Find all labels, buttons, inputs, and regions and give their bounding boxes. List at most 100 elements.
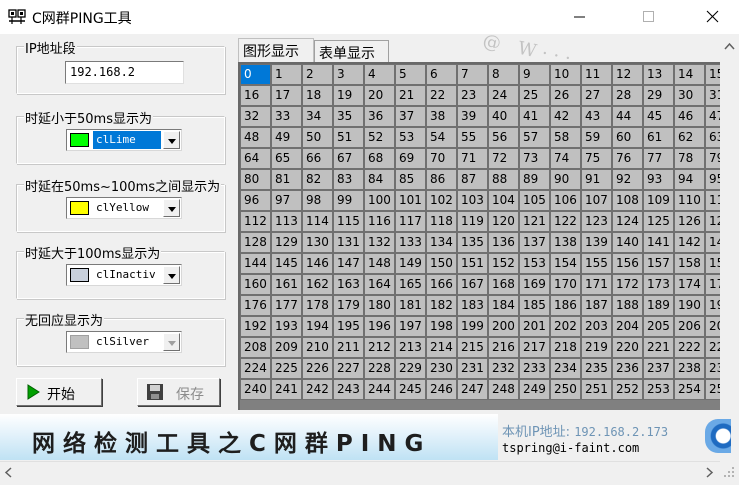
ip-cell[interactable]: 152 [488,253,519,274]
ip-cell[interactable]: 63 [705,127,720,148]
ip-cell[interactable]: 147 [333,253,364,274]
ip-cell[interactable]: 62 [674,127,705,148]
ip-cell[interactable]: 175 [705,274,720,295]
ip-cell[interactable]: 203 [581,316,612,337]
ip-cell[interactable]: 143 [705,232,720,253]
ip-cell[interactable]: 8 [488,64,519,85]
ip-cell[interactable]: 30 [674,85,705,106]
ip-cell[interactable]: 124 [612,211,643,232]
ip-cell[interactable]: 42 [550,106,581,127]
ip-cell[interactable]: 200 [488,316,519,337]
ip-cell[interactable]: 82 [302,169,333,190]
close-button[interactable] [690,0,736,34]
ip-cell[interactable]: 180 [364,295,395,316]
ip-cell[interactable]: 150 [426,253,457,274]
ip-cell[interactable]: 64 [240,148,271,169]
ip-cell[interactable]: 57 [519,127,550,148]
ip-cell[interactable]: 80 [240,169,271,190]
ip-cell[interactable]: 16 [240,85,271,106]
ip-cell[interactable]: 89 [519,169,550,190]
ip-cell[interactable]: 189 [643,295,674,316]
ip-cell[interactable]: 165 [395,274,426,295]
ip-cell[interactable]: 100 [364,190,395,211]
ip-cell[interactable]: 120 [488,211,519,232]
ip-cell[interactable]: 93 [643,169,674,190]
ip-cell[interactable]: 41 [519,106,550,127]
ip-cell[interactable]: 14 [674,64,705,85]
ip-cell[interactable]: 230 [426,358,457,379]
ip-cell[interactable]: 75 [581,148,612,169]
ip-cell[interactable]: 186 [550,295,581,316]
ip-cell[interactable]: 104 [488,190,519,211]
ip-cell[interactable]: 176 [240,295,271,316]
ip-cell[interactable]: 13 [643,64,674,85]
ip-cell[interactable]: 118 [426,211,457,232]
ip-cell[interactable]: 60 [612,127,643,148]
ip-cell[interactable]: 148 [364,253,395,274]
ip-cell[interactable]: 222 [674,337,705,358]
ip-cell[interactable]: 134 [426,232,457,253]
ip-cell[interactable]: 128 [240,232,271,253]
ip-cell[interactable]: 103 [457,190,488,211]
ip-cell[interactable]: 232 [488,358,519,379]
maximize-button[interactable] [626,0,672,34]
ip-cell[interactable]: 141 [643,232,674,253]
ip-cell[interactable]: 183 [457,295,488,316]
ip-cell[interactable]: 78 [674,148,705,169]
ip-cell[interactable]: 153 [519,253,550,274]
ip-cell[interactable]: 51 [333,127,364,148]
ip-cell[interactable]: 0 [240,64,271,85]
ip-cell[interactable]: 249 [519,379,550,400]
ip-cell[interactable]: 97 [271,190,302,211]
ip-cell[interactable]: 174 [674,274,705,295]
ip-cell[interactable]: 129 [271,232,302,253]
ip-cell[interactable]: 139 [581,232,612,253]
ip-cell[interactable]: 156 [612,253,643,274]
ip-cell[interactable]: 50 [302,127,333,148]
ip-cell[interactable]: 206 [674,316,705,337]
ip-cell[interactable]: 87 [457,169,488,190]
ip-cell[interactable]: 36 [364,106,395,127]
tab-graphic-view[interactable]: 图形显示 [238,38,314,62]
ip-cell[interactable]: 190 [674,295,705,316]
ip-cell[interactable]: 113 [271,211,302,232]
ip-cell[interactable]: 188 [612,295,643,316]
ip-cell[interactable]: 38 [426,106,457,127]
ip-cell[interactable]: 239 [705,358,720,379]
ip-cell[interactable]: 95 [705,169,720,190]
ip-cell[interactable]: 211 [333,337,364,358]
ip-cell[interactable]: 23 [457,85,488,106]
ip-cell[interactable]: 245 [395,379,426,400]
ip-cell[interactable]: 9 [519,64,550,85]
ip-cell[interactable]: 242 [302,379,333,400]
ip-cell[interactable]: 123 [581,211,612,232]
ip-cell[interactable]: 4 [364,64,395,85]
ip-cell[interactable]: 142 [674,232,705,253]
ip-cell[interactable]: 26 [550,85,581,106]
ip-cell[interactable]: 217 [519,337,550,358]
ip-cell[interactable]: 166 [426,274,457,295]
ip-cell[interactable]: 55 [457,127,488,148]
ip-cell[interactable]: 67 [333,148,364,169]
ip-cell[interactable]: 49 [271,127,302,148]
ip-cell[interactable]: 164 [364,274,395,295]
ip-cell[interactable]: 18 [302,85,333,106]
ip-cell[interactable]: 91 [581,169,612,190]
ip-cell[interactable]: 116 [364,211,395,232]
ip-cell[interactable]: 241 [271,379,302,400]
ip-cell[interactable]: 132 [364,232,395,253]
ip-cell[interactable]: 59 [581,127,612,148]
ip-cell[interactable]: 146 [302,253,333,274]
ip-cell[interactable]: 136 [488,232,519,253]
ip-cell[interactable]: 106 [550,190,581,211]
ip-cell[interactable]: 231 [457,358,488,379]
ip-cell[interactable]: 254 [674,379,705,400]
ip-cell[interactable]: 157 [643,253,674,274]
ip-cell[interactable]: 167 [457,274,488,295]
ip-cell[interactable]: 83 [333,169,364,190]
ip-cell[interactable]: 73 [519,148,550,169]
ip-cell[interactable]: 237 [643,358,674,379]
ip-cell[interactable]: 215 [457,337,488,358]
ip-cell[interactable]: 74 [550,148,581,169]
ip-cell[interactable]: 72 [488,148,519,169]
